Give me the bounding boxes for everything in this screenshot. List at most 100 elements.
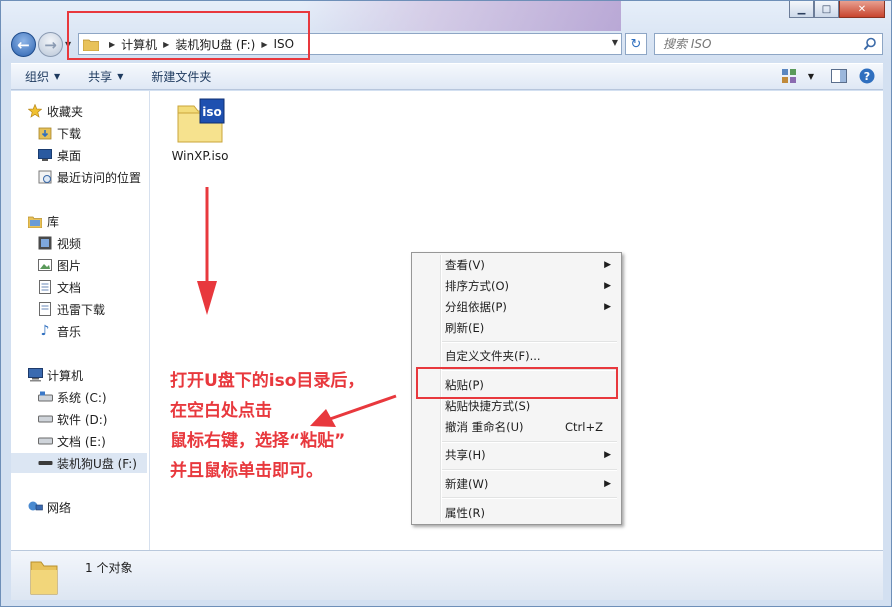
hard-drive-icon <box>37 433 53 449</box>
menu-item-undo-rename[interactable]: 撤消 重命名(U) Ctrl+Z <box>414 416 619 437</box>
address-highlight-box <box>67 11 310 60</box>
network-icon <box>27 499 43 515</box>
view-dropdown-icon[interactable]: ▼ <box>803 68 819 84</box>
menu-item-label: 属性(R) <box>445 505 485 520</box>
caption-buttons: ▁ □ ✕ <box>789 1 885 18</box>
preview-pane-icon[interactable] <box>831 68 847 84</box>
organize-menu[interactable]: 组织 ▼ <box>25 68 60 85</box>
sidebar-item-recent-places[interactable]: 最近访问的位置 <box>37 167 141 187</box>
menu-item-label: 自定义文件夹(F)... <box>445 348 541 363</box>
annotation-line: 鼠标右键，选择“粘贴” <box>170 431 346 451</box>
svg-text:iso: iso <box>202 105 222 119</box>
sidebar-item-label: 最近访问的位置 <box>57 170 142 185</box>
sidebar-item-libraries[interactable]: 库 <box>27 211 59 231</box>
sidebar-item-documents[interactable]: 文档 <box>37 277 81 297</box>
sidebar-item-label: 收藏夹 <box>47 104 84 119</box>
sidebar-item-music[interactable]: ♪ 音乐 <box>37 321 81 341</box>
share-menu[interactable]: 共享 ▼ <box>88 68 123 85</box>
status-item-count: 1 个对象 <box>85 561 133 575</box>
sidebar-item-label: 文档 <box>57 280 82 295</box>
share-label: 共享 <box>88 70 113 84</box>
video-icon <box>37 235 53 251</box>
sidebar-item-label: 软件 (D:) <box>57 412 108 427</box>
document-icon <box>37 301 53 317</box>
sidebar-item-xunlei-downloads[interactable]: 迅雷下载 <box>37 299 105 319</box>
menu-item-label: 撤消 重命名(U) <box>445 419 524 434</box>
search-icon[interactable] <box>863 37 877 51</box>
sidebar-item-drive-c[interactable]: 系统 (C:) <box>37 387 107 407</box>
menu-separator <box>442 341 617 343</box>
sidebar-item-usb-drive[interactable]: 装机狗U盘 (F:) <box>11 453 147 473</box>
organize-label: 组织 <box>25 70 50 84</box>
sidebar-item-drive-e[interactable]: 文档 (E:) <box>37 431 106 451</box>
sidebar-item-label: 网络 <box>47 500 72 515</box>
sidebar-item-label: 迅雷下载 <box>57 302 106 317</box>
chevron-down-icon: ▼ <box>54 72 61 81</box>
help-icon[interactable]: ? <box>859 68 875 84</box>
maximize-button[interactable]: □ <box>814 1 839 18</box>
recent-places-icon <box>37 169 53 185</box>
menu-item-label: 查看(V) <box>445 257 485 272</box>
sidebar-item-downloads[interactable]: 下载 <box>37 123 81 143</box>
sidebar-item-drive-d[interactable]: 软件 (D:) <box>37 409 107 429</box>
status-bar: 1 个对象 <box>11 550 883 600</box>
menu-item-customize-folder[interactable]: 自定义文件夹(F)... <box>414 345 619 366</box>
minimize-button[interactable]: ▁ <box>789 1 814 18</box>
forward-arrow-icon: → <box>44 35 57 54</box>
sidebar-item-computer[interactable]: 计算机 <box>27 365 83 385</box>
paste-highlight-box <box>416 367 618 399</box>
menu-item-sort-by[interactable]: 排序方式(O) ▶ <box>414 275 619 296</box>
submenu-arrow-icon: ▶ <box>604 449 611 460</box>
usb-drive-icon <box>37 455 53 471</box>
sidebar-item-label: 装机狗U盘 (F:) <box>57 456 137 471</box>
sidebar-item-label: 系统 (C:) <box>57 390 107 405</box>
sidebar-item-pictures[interactable]: 图片 <box>37 255 81 275</box>
svg-text:?: ? <box>864 70 870 83</box>
sidebar-item-videos[interactable]: 视频 <box>37 233 81 253</box>
sidebar-item-label: 库 <box>47 214 60 229</box>
back-button[interactable]: ← <box>11 32 36 57</box>
forward-button[interactable]: → <box>38 32 63 57</box>
sidebar-item-label: 桌面 <box>57 148 82 163</box>
menu-item-share-with[interactable]: 共享(H) ▶ <box>414 444 619 465</box>
menu-item-properties[interactable]: 属性(R) <box>414 502 619 523</box>
annotation-line: 打开U盘下的iso目录后， <box>170 371 365 391</box>
view-options-icon[interactable] <box>781 68 797 84</box>
menu-item-label: 刷新(E) <box>445 320 485 335</box>
file-item[interactable]: iso WinXP.iso <box>170 98 230 163</box>
menu-item-new[interactable]: 新建(W) ▶ <box>414 473 619 494</box>
submenu-arrow-icon: ▶ <box>604 280 611 291</box>
sidebar-item-label: 图片 <box>57 258 82 273</box>
navigation-pane: 收藏夹 下载 桌面 最近访问的位置 库 视频 图片 文档 迅雷下载 ♪ 音乐 计… <box>11 91 150 550</box>
downloads-folder-icon <box>37 125 53 141</box>
star-icon <box>27 103 43 119</box>
menu-item-label: 排序方式(O) <box>445 278 510 293</box>
desktop-icon <box>37 147 53 163</box>
menu-item-refresh[interactable]: 刷新(E) <box>414 317 619 338</box>
menu-item-label: 粘贴快捷方式(S) <box>445 398 531 413</box>
new-folder-label: 新建文件夹 <box>151 70 212 84</box>
search-input[interactable] <box>661 36 865 52</box>
iso-file-icon: iso <box>177 98 225 143</box>
sidebar-item-label: 音乐 <box>57 324 82 339</box>
close-button[interactable]: ✕ <box>839 1 885 18</box>
menu-item-label: 分组依据(P) <box>445 299 507 314</box>
sidebar-item-favorites[interactable]: 收藏夹 <box>27 101 83 121</box>
refresh-icon: ↻ <box>630 36 642 52</box>
menu-item-shortcut: Ctrl+Z <box>565 419 603 434</box>
new-folder-button[interactable]: 新建文件夹 <box>151 68 211 85</box>
sidebar-item-network[interactable]: 网络 <box>27 497 71 517</box>
refresh-button[interactable]: ↻ <box>625 33 647 55</box>
menu-item-view[interactable]: 查看(V) ▶ <box>414 254 619 275</box>
submenu-arrow-icon: ▶ <box>604 301 611 312</box>
document-icon <box>37 279 53 295</box>
address-dropdown-icon[interactable]: ▼ <box>612 38 618 47</box>
search-box[interactable] <box>654 33 883 55</box>
menu-item-group-by[interactable]: 分组依据(P) ▶ <box>414 296 619 317</box>
file-name: WinXP.iso <box>171 149 229 163</box>
down-arrow-annotation <box>197 187 217 315</box>
background-decoration <box>301 1 621 31</box>
menu-item-label: 新建(W) <box>445 476 489 491</box>
command-bar: 组织 ▼ 共享 ▼ 新建文件夹 ▼ ? <box>11 63 883 90</box>
sidebar-item-desktop[interactable]: 桌面 <box>37 145 81 165</box>
